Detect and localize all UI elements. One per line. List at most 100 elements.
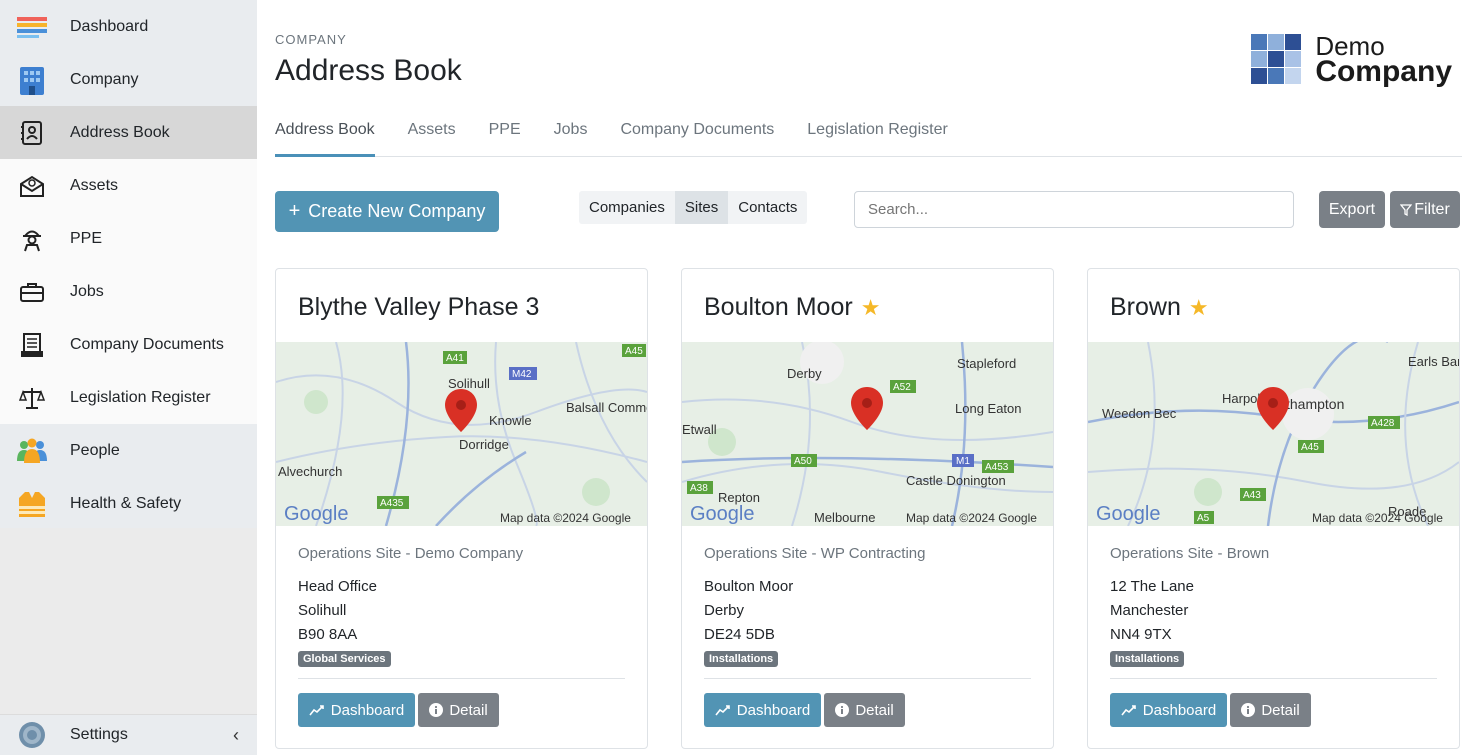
export-button[interactable]: Export bbox=[1319, 191, 1385, 228]
star-icon[interactable]: ★ bbox=[861, 295, 881, 321]
tab-legislation-register[interactable]: Legislation Register bbox=[807, 113, 948, 157]
toolbar: + Create New Company Companies Sites Con… bbox=[275, 191, 1462, 232]
create-company-button[interactable]: + Create New Company bbox=[275, 191, 499, 232]
dashboard-icon bbox=[16, 11, 48, 43]
tab-company-documents[interactable]: Company Documents bbox=[620, 113, 774, 157]
briefcase-icon bbox=[16, 276, 48, 308]
settings-label: Settings bbox=[70, 726, 128, 743]
create-company-label: Create New Company bbox=[308, 201, 486, 221]
info-icon bbox=[835, 703, 850, 717]
detail-button[interactable]: Detail bbox=[1230, 693, 1311, 727]
site-address: Head Office Solihull B90 8AA bbox=[298, 575, 377, 647]
site-card: Brown ★ Earls Barto Harpole Weedon Bec t… bbox=[1087, 268, 1460, 749]
ppe-icon bbox=[16, 223, 48, 255]
toggle-contacts[interactable]: Contacts bbox=[728, 191, 807, 224]
map-attribution: Map data ©2024 Google bbox=[1312, 511, 1443, 525]
sidebar-item-address-book[interactable]: Address Book bbox=[0, 106, 257, 159]
address-line: Manchester bbox=[1110, 602, 1189, 619]
company-logo: Demo Company bbox=[1251, 33, 1452, 87]
address-line: B90 8AA bbox=[298, 626, 358, 643]
logo-mark-icon bbox=[1251, 34, 1302, 84]
map-label: thampton bbox=[1286, 396, 1344, 412]
address-line: Boulton Moor bbox=[704, 578, 794, 595]
site-map[interactable]: Solihull Knowle Dorridge Balsall Common … bbox=[276, 342, 647, 526]
sidebar-item-dashboard[interactable]: Dashboard bbox=[0, 0, 257, 53]
tab-jobs[interactable]: Jobs bbox=[554, 113, 588, 157]
site-name[interactable]: Blythe Valley Phase 3 bbox=[298, 293, 539, 322]
scales-icon bbox=[16, 382, 48, 414]
address-line: Derby bbox=[704, 602, 745, 619]
logo-text: Demo Company bbox=[1315, 33, 1452, 87]
road-label: A45 bbox=[1301, 442, 1319, 453]
map-label: Long Eaton bbox=[955, 401, 1022, 416]
site-map[interactable]: Derby Stapleford Long Eaton Etwall Castl… bbox=[682, 342, 1053, 526]
site-card: Blythe Valley Phase 3 Solihull Knowle Do… bbox=[275, 268, 648, 749]
dashboard-button-label: Dashboard bbox=[736, 701, 811, 719]
category-badge: Installations bbox=[1110, 651, 1185, 667]
google-logo: Google bbox=[284, 503, 349, 525]
sidebar-item-label: Company Documents bbox=[70, 335, 224, 353]
site-type: Operations Site - Brown bbox=[1110, 545, 1270, 562]
dashboard-button[interactable]: Dashboard bbox=[298, 693, 415, 727]
map-label: Stapleford bbox=[957, 356, 1016, 371]
address-book-icon bbox=[16, 117, 48, 149]
search-input[interactable] bbox=[854, 191, 1294, 228]
sidebar-item-ppe[interactable]: PPE bbox=[0, 212, 257, 265]
road-label: A435 bbox=[380, 498, 404, 509]
dashboard-button[interactable]: Dashboard bbox=[704, 693, 821, 727]
sidebar-item-people[interactable]: People bbox=[0, 424, 257, 477]
sidebar-item-settings[interactable]: Settings ‹ bbox=[0, 714, 257, 755]
road-label: A428 bbox=[1371, 418, 1395, 429]
sidebar-item-company-documents[interactable]: Company Documents bbox=[0, 318, 257, 371]
toggle-companies[interactable]: Companies bbox=[579, 191, 675, 224]
road-label: A453 bbox=[985, 462, 1009, 473]
sidebar-item-legislation-register[interactable]: Legislation Register bbox=[0, 371, 257, 424]
detail-button-label: Detail bbox=[1261, 701, 1300, 719]
site-name[interactable]: Brown bbox=[1110, 293, 1181, 322]
sidebar-item-label: PPE bbox=[70, 229, 103, 247]
tab-address-book[interactable]: Address Book bbox=[275, 113, 375, 157]
documents-icon bbox=[16, 329, 48, 361]
map-graphic: Solihull Knowle Dorridge Balsall Common … bbox=[276, 342, 647, 526]
site-name[interactable]: Boulton Moor bbox=[704, 293, 853, 322]
chart-line-icon bbox=[715, 703, 731, 717]
address-line: 12 The Lane bbox=[1110, 578, 1194, 595]
sidebar-item-health-safety[interactable]: Health & Safety bbox=[0, 477, 257, 530]
dashboard-button[interactable]: Dashboard bbox=[1110, 693, 1227, 727]
sidebar: Dashboard Company Address Book Assets PP… bbox=[0, 0, 257, 755]
sidebar-item-label: Legislation Register bbox=[70, 388, 211, 406]
sidebar-item-assets[interactable]: Assets bbox=[0, 159, 257, 212]
chart-line-icon bbox=[1121, 703, 1137, 717]
map-attribution: Map data ©2024 Google bbox=[906, 511, 1037, 525]
sidebar-item-label: Assets bbox=[70, 176, 119, 194]
map-label: Solihull bbox=[448, 376, 490, 391]
site-card: Boulton Moor ★ Derby Stapleford Long Eat… bbox=[681, 268, 1054, 749]
map-label: Knowle bbox=[489, 413, 532, 428]
filter-button[interactable]: Filter bbox=[1390, 191, 1460, 228]
detail-button[interactable]: Detail bbox=[824, 693, 905, 727]
divider bbox=[1110, 678, 1437, 679]
dashboard-button-label: Dashboard bbox=[1142, 701, 1217, 719]
star-icon[interactable]: ★ bbox=[1189, 295, 1209, 321]
breadcrumb[interactable]: COMPANY bbox=[275, 32, 347, 47]
site-map[interactable]: Earls Barto Harpole Weedon Bec thampton … bbox=[1088, 342, 1459, 526]
map-attribution: Map data ©2024 Google bbox=[500, 511, 631, 525]
sidebar-item-jobs[interactable]: Jobs bbox=[0, 265, 257, 318]
card-title: Blythe Valley Phase 3 bbox=[298, 293, 539, 322]
map-label: Derby bbox=[787, 366, 822, 381]
map-label: Castle Donington bbox=[906, 473, 1006, 488]
sidebar-item-company[interactable]: Company bbox=[0, 53, 257, 106]
toggle-sites[interactable]: Sites bbox=[674, 191, 729, 224]
tab-assets[interactable]: Assets bbox=[408, 113, 456, 157]
collapse-sidebar-icon[interactable]: ‹ bbox=[233, 725, 239, 746]
site-type: Operations Site - WP Contracting bbox=[704, 545, 926, 562]
funnel-icon bbox=[1400, 203, 1413, 216]
sidebar-item-label: Dashboard bbox=[70, 17, 149, 35]
detail-button[interactable]: Detail bbox=[418, 693, 499, 727]
tab-ppe[interactable]: PPE bbox=[489, 113, 521, 157]
assets-icon bbox=[16, 170, 48, 202]
safety-vest-icon bbox=[16, 488, 48, 520]
road-label: A52 bbox=[893, 382, 911, 393]
map-graphic: Earls Barto Harpole Weedon Bec thampton … bbox=[1088, 342, 1459, 526]
road-label: A38 bbox=[690, 483, 708, 494]
